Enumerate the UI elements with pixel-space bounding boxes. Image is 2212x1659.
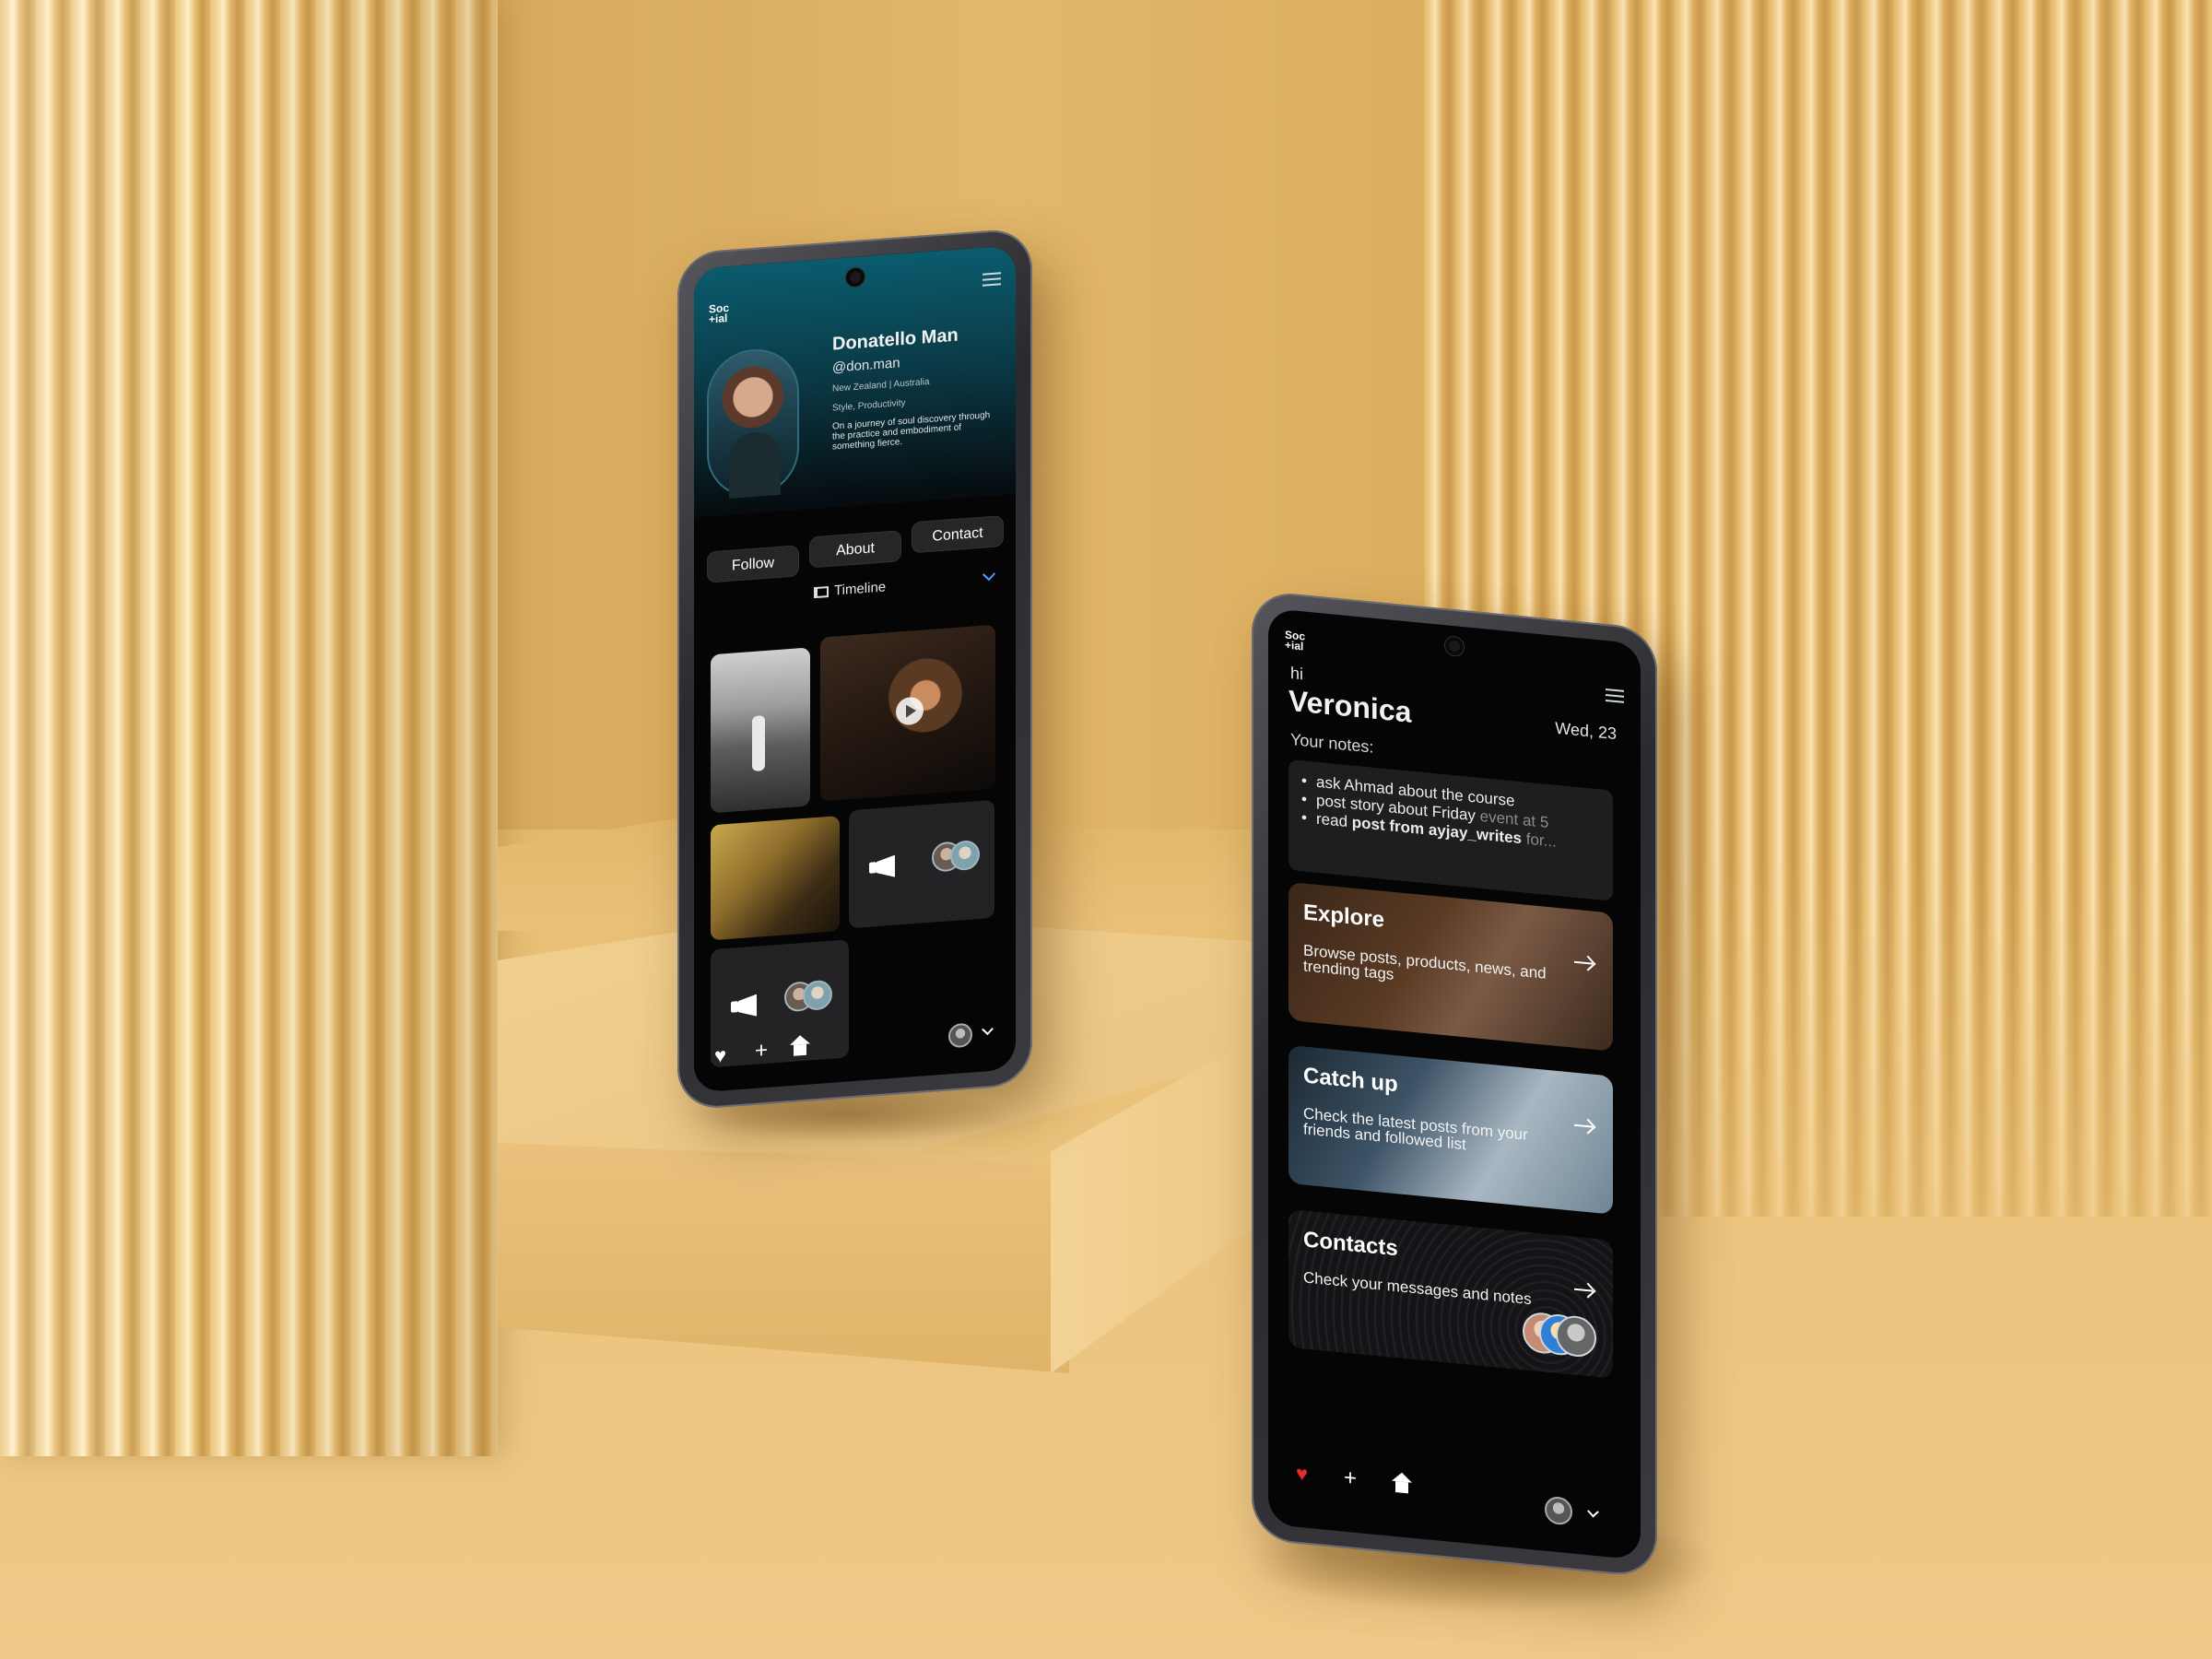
- home-screen: Soc +ial hi Veronica Wed, 23 Your notes: …: [1268, 607, 1641, 1560]
- product-scene: [0, 0, 2212, 1659]
- phone-profile: Soc +ial Donatello Man @don.man New Zeala…: [677, 227, 1032, 1112]
- home-icon[interactable]: [1394, 1481, 1410, 1498]
- timeline-icon: [814, 585, 829, 599]
- arrow-right-icon[interactable]: [1574, 960, 1593, 965]
- contacts-card[interactable]: Contacts Check your messages and notes: [1288, 1208, 1613, 1379]
- profile-screen: Soc +ial Donatello Man @don.man New Zeala…: [694, 245, 1016, 1093]
- play-icon[interactable]: [896, 696, 924, 726]
- profile-avatar: [707, 346, 799, 500]
- date-label: Wed, 23: [1555, 718, 1617, 744]
- arrow-right-icon[interactable]: [1574, 1288, 1593, 1292]
- avatar[interactable]: [948, 1022, 972, 1049]
- settings-sliders-icon[interactable]: [982, 270, 1001, 288]
- card-description: Check the latest posts from your friends…: [1303, 1104, 1528, 1154]
- megaphone-icon: [869, 855, 897, 879]
- chevron-down-icon[interactable]: [982, 1023, 994, 1036]
- phone-home: Soc +ial hi Veronica Wed, 23 Your notes: …: [1252, 590, 1657, 1579]
- user-name: Veronica: [1288, 683, 1412, 729]
- plus-icon[interactable]: +: [755, 1038, 768, 1064]
- notes-label: Your notes:: [1290, 730, 1374, 757]
- post-image-tile[interactable]: [711, 816, 840, 941]
- notes-box[interactable]: ask Ahmad about the course post story ab…: [1288, 759, 1613, 901]
- front-camera: [1445, 636, 1464, 657]
- arrow-right-icon[interactable]: [1574, 1124, 1593, 1128]
- view-selector-label: Timeline: [834, 579, 887, 599]
- settings-sliders-icon[interactable]: [1606, 687, 1624, 705]
- bottom-navbar: ♥ +: [1268, 1451, 1641, 1533]
- announcement-tile[interactable]: [849, 799, 994, 929]
- post-image-tile[interactable]: [711, 647, 810, 814]
- follow-button[interactable]: Follow: [707, 545, 799, 583]
- about-button[interactable]: About: [809, 530, 901, 569]
- app-logo: Soc +ial: [1285, 628, 1306, 653]
- chevron-down-icon[interactable]: [1587, 1505, 1599, 1518]
- contact-button[interactable]: Contact: [912, 515, 1004, 554]
- app-logo: Soc +ial: [709, 300, 730, 326]
- chevron-down-icon[interactable]: [982, 568, 996, 582]
- post-video-tile[interactable]: [820, 624, 995, 802]
- avatar[interactable]: [1545, 1495, 1572, 1526]
- plus-icon[interactable]: +: [1344, 1465, 1357, 1491]
- heart-icon[interactable]: ♥: [714, 1043, 726, 1067]
- greeting: hi: [1290, 664, 1304, 684]
- avatar-group: [932, 839, 983, 873]
- card-description: Browse posts, products, news, and trendi…: [1303, 941, 1547, 983]
- explore-card[interactable]: Explore Browse posts, products, news, an…: [1288, 881, 1613, 1052]
- catch-up-card[interactable]: Catch up Check the latest posts from you…: [1288, 1044, 1613, 1215]
- heart-icon[interactable]: ♥: [1296, 1462, 1308, 1486]
- home-icon[interactable]: [792, 1044, 808, 1060]
- avatar-group: [1523, 1311, 1596, 1359]
- view-selector[interactable]: Timeline: [814, 579, 886, 600]
- left-fluted-panel: [0, 0, 498, 1456]
- avatar-group: [784, 979, 836, 1013]
- card-description: Check your messages and notes: [1303, 1268, 1532, 1309]
- megaphone-icon: [731, 994, 759, 1018]
